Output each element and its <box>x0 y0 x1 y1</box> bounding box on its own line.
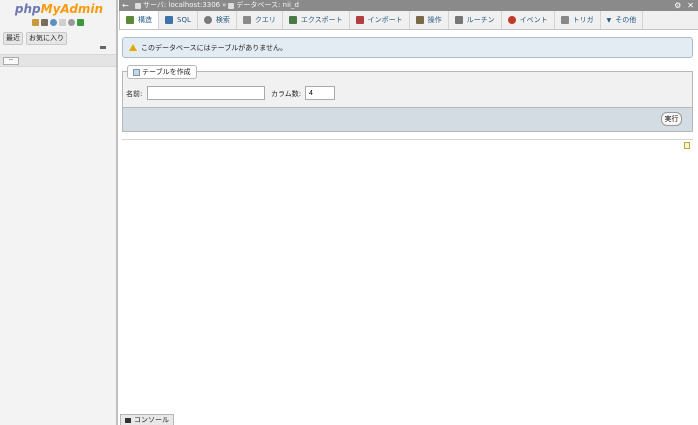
breadcrumb-separator: » <box>222 1 227 9</box>
create-table-legend: テーブルを作成 <box>127 65 197 79</box>
triggers-icon <box>560 16 569 24</box>
tab-export[interactable]: エクスポート <box>283 11 350 29</box>
columns-count-input[interactable] <box>305 86 335 100</box>
navigation-tree: ー <box>0 54 116 67</box>
breadcrumb: サーバ: localhost:3306 » データベース: nii_d <box>135 1 299 10</box>
favorites-button[interactable]: お気に入り <box>26 32 67 45</box>
tab-label: ルーチン <box>466 16 495 24</box>
tab-label: インポート <box>367 16 403 24</box>
tab-label: トリガ <box>572 16 594 24</box>
search-icon <box>203 16 212 24</box>
navigation-panel: phpMyAdmin 最近 お気に入り ー <box>0 0 118 425</box>
tab-events[interactable]: イベント <box>502 11 555 29</box>
notice-text: このデータベースにはテーブルがありません。 <box>141 43 288 52</box>
events-icon <box>507 16 516 24</box>
settings-gear-icon[interactable]: ⚙ <box>674 1 681 10</box>
reload-icon[interactable] <box>77 19 84 26</box>
home-icon[interactable] <box>32 19 39 26</box>
tree-new-icon[interactable]: ー <box>3 57 19 65</box>
chevron-down-icon: ▼ <box>606 16 612 24</box>
table-name-input[interactable] <box>147 86 265 100</box>
go-button[interactable]: 実行 <box>661 112 682 126</box>
console-label: コンソール <box>134 416 169 424</box>
import-icon <box>355 16 364 24</box>
nav-tabs: 最近 お気に入り <box>3 32 67 45</box>
query-icon <box>242 16 251 24</box>
collapse-nav-icon[interactable]: ← <box>122 1 129 10</box>
tab-label: クエリ <box>254 16 276 24</box>
content-divider <box>122 139 693 140</box>
tab-query[interactable]: クエリ <box>237 11 283 29</box>
nav-icon-bar <box>32 19 84 26</box>
tab-label: SQL <box>177 16 191 24</box>
top-bar: ← サーバ: localhost:3306 » データベース: nii_d ⚙ … <box>119 0 698 11</box>
server-icon <box>135 2 141 9</box>
tab-label: その他 <box>615 16 637 24</box>
tab-import[interactable]: インポート <box>350 11 410 29</box>
database-tabs: 構造 SQL 検索 クエリ エクスポート インポート 操作 ルーチン イベント … <box>119 11 698 30</box>
docs-icon[interactable] <box>59 19 66 26</box>
console-tab[interactable]: コンソール <box>120 414 174 425</box>
legend-text: テーブルを作成 <box>142 68 191 76</box>
phpmyadmin-logo[interactable]: phpMyAdmin <box>0 2 118 16</box>
tab-label: イベント <box>519 16 548 24</box>
breadcrumb-database[interactable]: データベース: nii_d <box>236 1 299 10</box>
notice-message: このデータベースにはテーブルがありません。 <box>122 37 693 58</box>
database-icon <box>228 2 235 9</box>
info-icon[interactable] <box>50 19 57 26</box>
tab-operations[interactable]: 操作 <box>410 11 449 29</box>
table-name-label: 名前: <box>126 90 143 98</box>
wrench-icon <box>415 16 424 24</box>
tab-structure[interactable]: 構造 <box>119 11 159 29</box>
tab-routines[interactable]: ルーチン <box>449 11 502 29</box>
tab-label: 操作 <box>427 16 442 24</box>
routines-icon <box>454 16 463 24</box>
page-settings-icon[interactable] <box>684 142 690 149</box>
sql-icon <box>165 16 173 24</box>
recent-tables-button[interactable]: 最近 <box>3 32 23 45</box>
create-table-footer <box>122 107 693 132</box>
settings-icon[interactable] <box>68 19 75 26</box>
export-icon <box>288 16 297 24</box>
tab-sql[interactable]: SQL <box>159 11 198 29</box>
collapse-all-icon[interactable] <box>100 46 106 49</box>
close-icon[interactable]: ✕ <box>687 1 694 10</box>
tab-search[interactable]: 検索 <box>198 11 237 29</box>
warning-icon <box>129 44 137 51</box>
tab-triggers[interactable]: トリガ <box>555 11 601 29</box>
breadcrumb-server[interactable]: サーバ: localhost:3306 <box>143 1 220 10</box>
structure-icon <box>126 16 134 24</box>
table-icon[interactable] <box>41 19 48 26</box>
console-icon <box>125 417 131 423</box>
tab-more[interactable]: ▼ その他 <box>601 11 644 29</box>
tab-label: 検索 <box>215 16 230 24</box>
topbar-actions: ⚙ ✕ <box>674 1 694 10</box>
tab-label: 構造 <box>138 16 152 24</box>
tab-label: エクスポート <box>300 16 343 24</box>
logo-php: php <box>14 2 41 16</box>
table-add-icon <box>133 68 140 76</box>
columns-label: カラム数: <box>271 90 302 98</box>
logo-myadmin: MyAdmin <box>40 2 104 16</box>
